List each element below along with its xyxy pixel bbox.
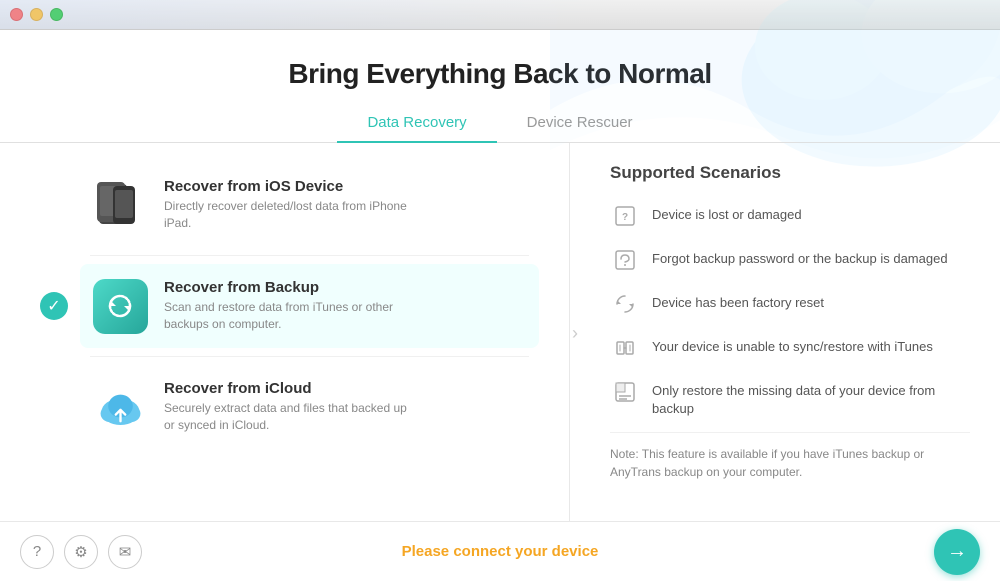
title-bar xyxy=(0,0,1000,30)
two-column-layout: Recover from iOS Device Directly recover… xyxy=(0,143,1000,521)
option-ios-desc: Directly recover deleted/lost data from … xyxy=(164,198,414,232)
status-text: Please connect your device xyxy=(402,543,599,560)
option-icloud-title: Recover from iCloud xyxy=(164,380,414,397)
divider-1 xyxy=(90,255,529,256)
main-content: Bring Everything Back to Normal Data Rec… xyxy=(0,30,1000,521)
scenario-sync-restore-text: Your device is unable to sync/restore wi… xyxy=(652,333,933,356)
scenario-forgot-password: Forgot backup password or the backup is … xyxy=(610,245,970,275)
missing-data-icon xyxy=(610,377,640,407)
minimize-button[interactable] xyxy=(30,8,43,21)
svg-text:?: ? xyxy=(622,212,628,223)
bottom-bar: ? ⚙ ✉ Please connect your device → xyxy=(0,521,1000,581)
tab-data-recovery[interactable]: Data Recovery xyxy=(337,106,496,143)
scenario-lost-damaged: ? Device is lost or damaged xyxy=(610,201,970,231)
option-icloud-desc: Securely extract data and files that bac… xyxy=(164,400,414,434)
help-button[interactable]: ? xyxy=(20,535,54,569)
scenario-factory-reset: Device has been factory reset xyxy=(610,289,970,319)
factory-reset-icon xyxy=(610,289,640,319)
sync-restore-icon xyxy=(610,333,640,363)
scenario-factory-reset-text: Device has been factory reset xyxy=(652,289,824,312)
forgot-password-icon xyxy=(610,245,640,275)
lost-damaged-icon: ? xyxy=(610,201,640,231)
settings-button[interactable]: ⚙ xyxy=(64,535,98,569)
scenario-missing-data-text: Only restore the missing data of your de… xyxy=(652,377,970,418)
option-ios-device[interactable]: Recover from iOS Device Directly recover… xyxy=(80,163,539,247)
tabs-container: Data Recovery Device Rescuer xyxy=(0,106,1000,143)
scenario-lost-damaged-text: Device is lost or damaged xyxy=(652,201,802,224)
ios-device-icon xyxy=(90,175,150,235)
panel-separator: › xyxy=(570,143,580,521)
chevron-right-icon: › xyxy=(572,323,578,344)
maximize-button[interactable] xyxy=(50,8,63,21)
icloud-icon xyxy=(90,377,150,437)
option-icloud-text: Recover from iCloud Securely extract dat… xyxy=(164,380,414,434)
option-backup[interactable]: ✓ Recover fr xyxy=(80,264,539,348)
selected-check-icon: ✓ xyxy=(40,292,68,320)
page-title: Bring Everything Back to Normal xyxy=(0,58,1000,90)
backup-icon xyxy=(90,276,150,336)
page-header: Bring Everything Back to Normal xyxy=(0,30,1000,90)
supported-scenarios-panel: Supported Scenarios ? Device is lost or … xyxy=(580,143,1000,521)
option-ios-title: Recover from iOS Device xyxy=(164,178,414,195)
option-backup-text: Recover from Backup Scan and restore dat… xyxy=(164,279,414,333)
scenarios-title: Supported Scenarios xyxy=(610,163,970,183)
option-ios-text: Recover from iOS Device Directly recover… xyxy=(164,178,414,232)
divider-2 xyxy=(90,356,529,357)
tab-device-rescuer[interactable]: Device Rescuer xyxy=(497,106,663,143)
scenarios-note: Note: This feature is available if you h… xyxy=(610,432,970,481)
status-highlight: connect your device xyxy=(453,543,598,560)
option-backup-title: Recover from Backup xyxy=(164,279,414,296)
option-backup-desc: Scan and restore data from iTunes or oth… xyxy=(164,299,414,333)
scenario-sync-restore: Your device is unable to sync/restore wi… xyxy=(610,333,970,363)
mail-button[interactable]: ✉ xyxy=(108,535,142,569)
bottom-left-icons: ? ⚙ ✉ xyxy=(20,535,142,569)
close-button[interactable] xyxy=(10,8,23,21)
scenario-forgot-password-text: Forgot backup password or the backup is … xyxy=(652,245,948,268)
next-button[interactable]: → xyxy=(934,529,980,575)
recovery-options-panel: Recover from iOS Device Directly recover… xyxy=(0,143,570,521)
option-icloud[interactable]: Recover from iCloud Securely extract dat… xyxy=(80,365,539,449)
scenario-missing-data: Only restore the missing data of your de… xyxy=(610,377,970,418)
